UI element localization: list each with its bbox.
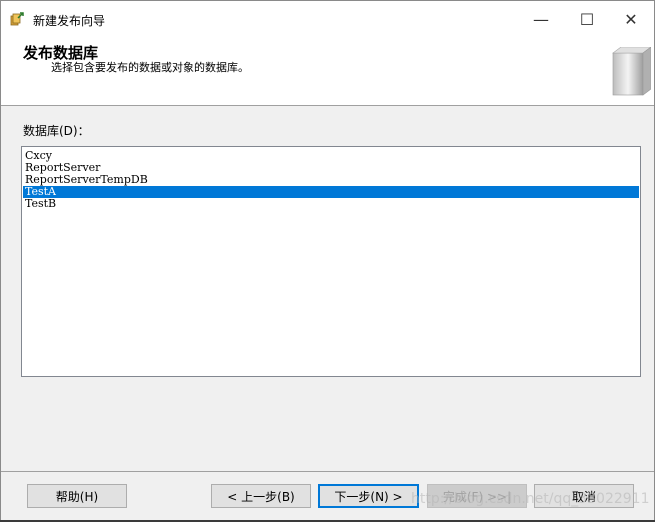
- title-bar[interactable]: 新建发布向导 — ☐ ✕: [1, 1, 654, 37]
- page-subtitle: 选择包含要发布的数据或对象的数据库。: [51, 61, 249, 74]
- minimize-icon: —: [533, 9, 549, 29]
- list-item[interactable]: ReportServerTempDB: [23, 174, 639, 186]
- database-list-label: 数据库(D)：: [23, 124, 90, 138]
- close-icon: ✕: [624, 9, 638, 29]
- window-title: 新建发布向导: [33, 14, 106, 28]
- list-item-selected[interactable]: TestA: [23, 186, 639, 198]
- minimize-button[interactable]: —: [518, 1, 564, 37]
- database-graphic-icon: [612, 47, 651, 96]
- database-listbox[interactable]: Cxcy ReportServer ReportServerTempDB Tes…: [21, 146, 641, 377]
- help-button[interactable]: 帮助(H): [27, 484, 127, 508]
- wizard-header: 发布数据库 选择包含要发布的数据或对象的数据库。: [1, 37, 654, 106]
- maximize-button[interactable]: ☐: [564, 1, 610, 37]
- next-button[interactable]: 下一步(N) >: [318, 484, 419, 508]
- list-item[interactable]: Cxcy: [23, 150, 639, 162]
- maximize-icon: ☐: [579, 9, 595, 29]
- wizard-window: 新建发布向导 — ☐ ✕ 发布数据库 选择包含要发布的数据或对象的数据库。 数据…: [0, 0, 655, 522]
- list-item[interactable]: TestB: [23, 198, 639, 210]
- close-button[interactable]: ✕: [608, 1, 654, 37]
- watermark-text: http://blog.csdn.net/qq_33022911: [411, 491, 650, 507]
- wizard-app-icon: [10, 12, 24, 26]
- previous-button[interactable]: < 上一步(B): [211, 484, 311, 508]
